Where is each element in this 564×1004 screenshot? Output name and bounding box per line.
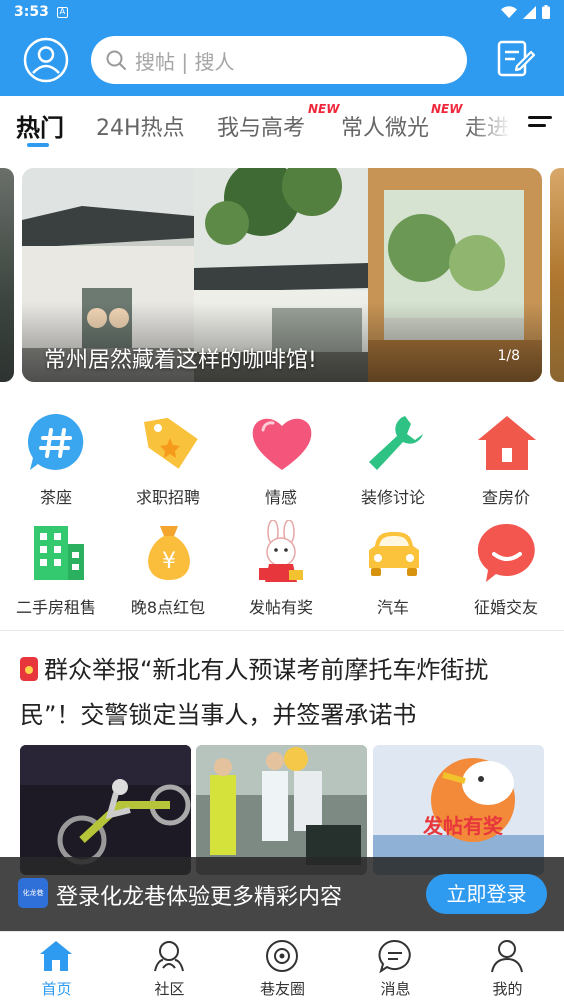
article-thumbnail[interactable]: 发帖有奖 — [373, 745, 544, 875]
nav-community[interactable]: 社区 — [113, 932, 226, 1004]
active-tab-indicator — [27, 143, 49, 147]
car-icon — [369, 532, 419, 576]
nav-label: 我的 — [492, 980, 523, 998]
category-dating[interactable]: 征婚交友 — [450, 514, 562, 624]
user-avatar-icon[interactable] — [23, 37, 69, 83]
search-icon — [106, 50, 126, 70]
nav-label: 社区 — [154, 980, 185, 998]
search-placeholder: 搜帖 | 搜人 — [135, 49, 235, 74]
category-car[interactable]: 汽车 — [337, 514, 449, 624]
svg-text:¥: ¥ — [162, 549, 176, 574]
bottom-nav: 首页 社区 巷友圈 消息 我的 — [0, 931, 564, 1004]
banner-caption: 常州居然藏着这样的咖啡馆! — [44, 348, 317, 373]
banner-slide[interactable]: 常州居然藏着这样的咖啡馆! 1/8 — [22, 168, 542, 382]
nav-home[interactable]: 首页 — [0, 932, 113, 1004]
tabs-fade-overlay — [470, 96, 530, 156]
status-bar: 3:53 A — [0, 0, 564, 24]
wrench-icon — [369, 416, 423, 470]
category-jobs[interactable]: 求职招聘 — [112, 404, 224, 514]
category-second-hand-house[interactable]: 二手房租售 — [0, 514, 112, 624]
category-grid: 茶座 求职招聘 情感 装修讨论 查房价 二手房租售 ¥ 晚8点红包 发帖有奖 汽… — [0, 404, 564, 624]
app-logo: 化龙巷 — [18, 878, 48, 908]
category-label: 装修讨论 — [360, 488, 425, 507]
police-photo — [196, 745, 367, 875]
banner-carousel[interactable]: 常州居然藏着这样的咖啡馆! 1/8 — [0, 168, 564, 382]
nav-friends-circle[interactable]: 巷友圈 — [226, 932, 339, 1004]
category-tea-house[interactable]: 茶座 — [0, 404, 112, 514]
category-emotion[interactable]: 情感 — [225, 404, 337, 514]
tab-ordinary-light[interactable]: 常人微光 — [341, 110, 429, 142]
building-icon — [34, 526, 84, 580]
home-icon — [40, 941, 72, 971]
nav-label: 消息 — [380, 980, 411, 998]
nav-me[interactable]: 我的 — [451, 932, 564, 1004]
house-icon — [478, 416, 536, 470]
nav-label: 首页 — [41, 980, 72, 998]
login-button[interactable]: 立即登录 — [426, 874, 547, 914]
banner-page-indicator: 1/8 — [497, 348, 520, 364]
category-label: 求职招聘 — [135, 488, 200, 507]
search-input[interactable]: 搜帖 | 搜人 — [91, 36, 467, 84]
profile-icon — [491, 940, 523, 973]
category-label: 查房价 — [481, 488, 530, 507]
edit-post-icon[interactable] — [494, 38, 536, 80]
category-label: 征婚交友 — [473, 598, 538, 617]
tab-24h-hot[interactable]: 24H热点 — [96, 110, 185, 142]
community-icon — [154, 941, 184, 972]
signal-icon — [523, 5, 536, 19]
rabbit-mascot-icon — [259, 520, 303, 582]
login-prompt-bar: 化龙巷 登录化龙巷体验更多精彩内容 立即登录 — [0, 857, 564, 931]
banner-prev-peek[interactable] — [0, 168, 14, 382]
category-label: 二手房租售 — [15, 598, 96, 617]
section-divider — [0, 630, 564, 631]
heart-icon — [252, 418, 312, 470]
tab-gaokao[interactable]: 我与高考 — [217, 110, 305, 142]
article-title: 群众举报“新北有人预谋考前摩托车炸街扰民”！交警锁定当事人，并签署承诺书 — [20, 656, 489, 729]
category-post-reward[interactable]: 发帖有奖 — [225, 514, 337, 624]
article-thumbnail[interactable] — [196, 745, 367, 875]
category-label: 晚8点红包 — [130, 598, 206, 617]
tab-hot[interactable]: 热门 — [16, 108, 64, 143]
header-bar: 搜帖 | 搜人 — [0, 24, 564, 96]
thumb-caption: 发帖有奖 — [422, 814, 504, 838]
app-screen: 3:53 A 搜帖 | 搜人 热门 24H热点 我与高考 NEW 常人微光 NE… — [0, 0, 564, 1004]
planet-icon — [266, 940, 298, 972]
notification-icon: A — [56, 6, 68, 18]
tag-icon — [143, 417, 198, 469]
article-thumbnail[interactable] — [20, 745, 191, 875]
message-icon — [378, 939, 411, 974]
red-packet-icon — [20, 657, 38, 681]
money-bag-icon: ¥ — [148, 526, 190, 580]
category-label: 茶座 — [39, 488, 72, 507]
category-house-price[interactable]: 查房价 — [450, 404, 562, 514]
category-label: 情感 — [264, 488, 297, 507]
article-thumbnails[interactable]: 发帖有奖 — [20, 745, 544, 875]
category-label: 汽车 — [376, 598, 409, 617]
nav-label: 巷友圈 — [259, 980, 305, 998]
motorcycle-photo — [20, 745, 191, 875]
new-badge: NEW — [308, 102, 340, 116]
new-badge: NEW — [431, 102, 463, 116]
banner-next-peek[interactable] — [550, 168, 564, 382]
category-red-packet[interactable]: ¥ 晚8点红包 — [112, 514, 224, 624]
battery-icon — [542, 5, 550, 19]
menu-icon[interactable] — [528, 114, 554, 136]
nav-messages[interactable]: 消息 — [339, 932, 452, 1004]
post-reward-photo: 发帖有奖 — [373, 745, 544, 875]
category-label: 发帖有奖 — [248, 598, 313, 617]
status-time: 3:53 — [14, 4, 49, 20]
article-card[interactable]: 群众举报“新北有人预谋考前摩托车炸街扰民”！交警锁定当事人，并签署承诺书 — [20, 648, 540, 738]
category-decoration[interactable]: 装修讨论 — [337, 404, 449, 514]
hash-chat-icon — [27, 413, 84, 470]
chat-bubble-icon — [477, 523, 535, 582]
channel-tabs: 热门 24H热点 我与高考 NEW 常人微光 NEW 走进 — [0, 96, 564, 156]
login-prompt-text: 登录化龙巷体验更多精彩内容 — [56, 885, 343, 910]
wifi-icon — [501, 5, 517, 18]
status-indicators — [501, 5, 550, 19]
